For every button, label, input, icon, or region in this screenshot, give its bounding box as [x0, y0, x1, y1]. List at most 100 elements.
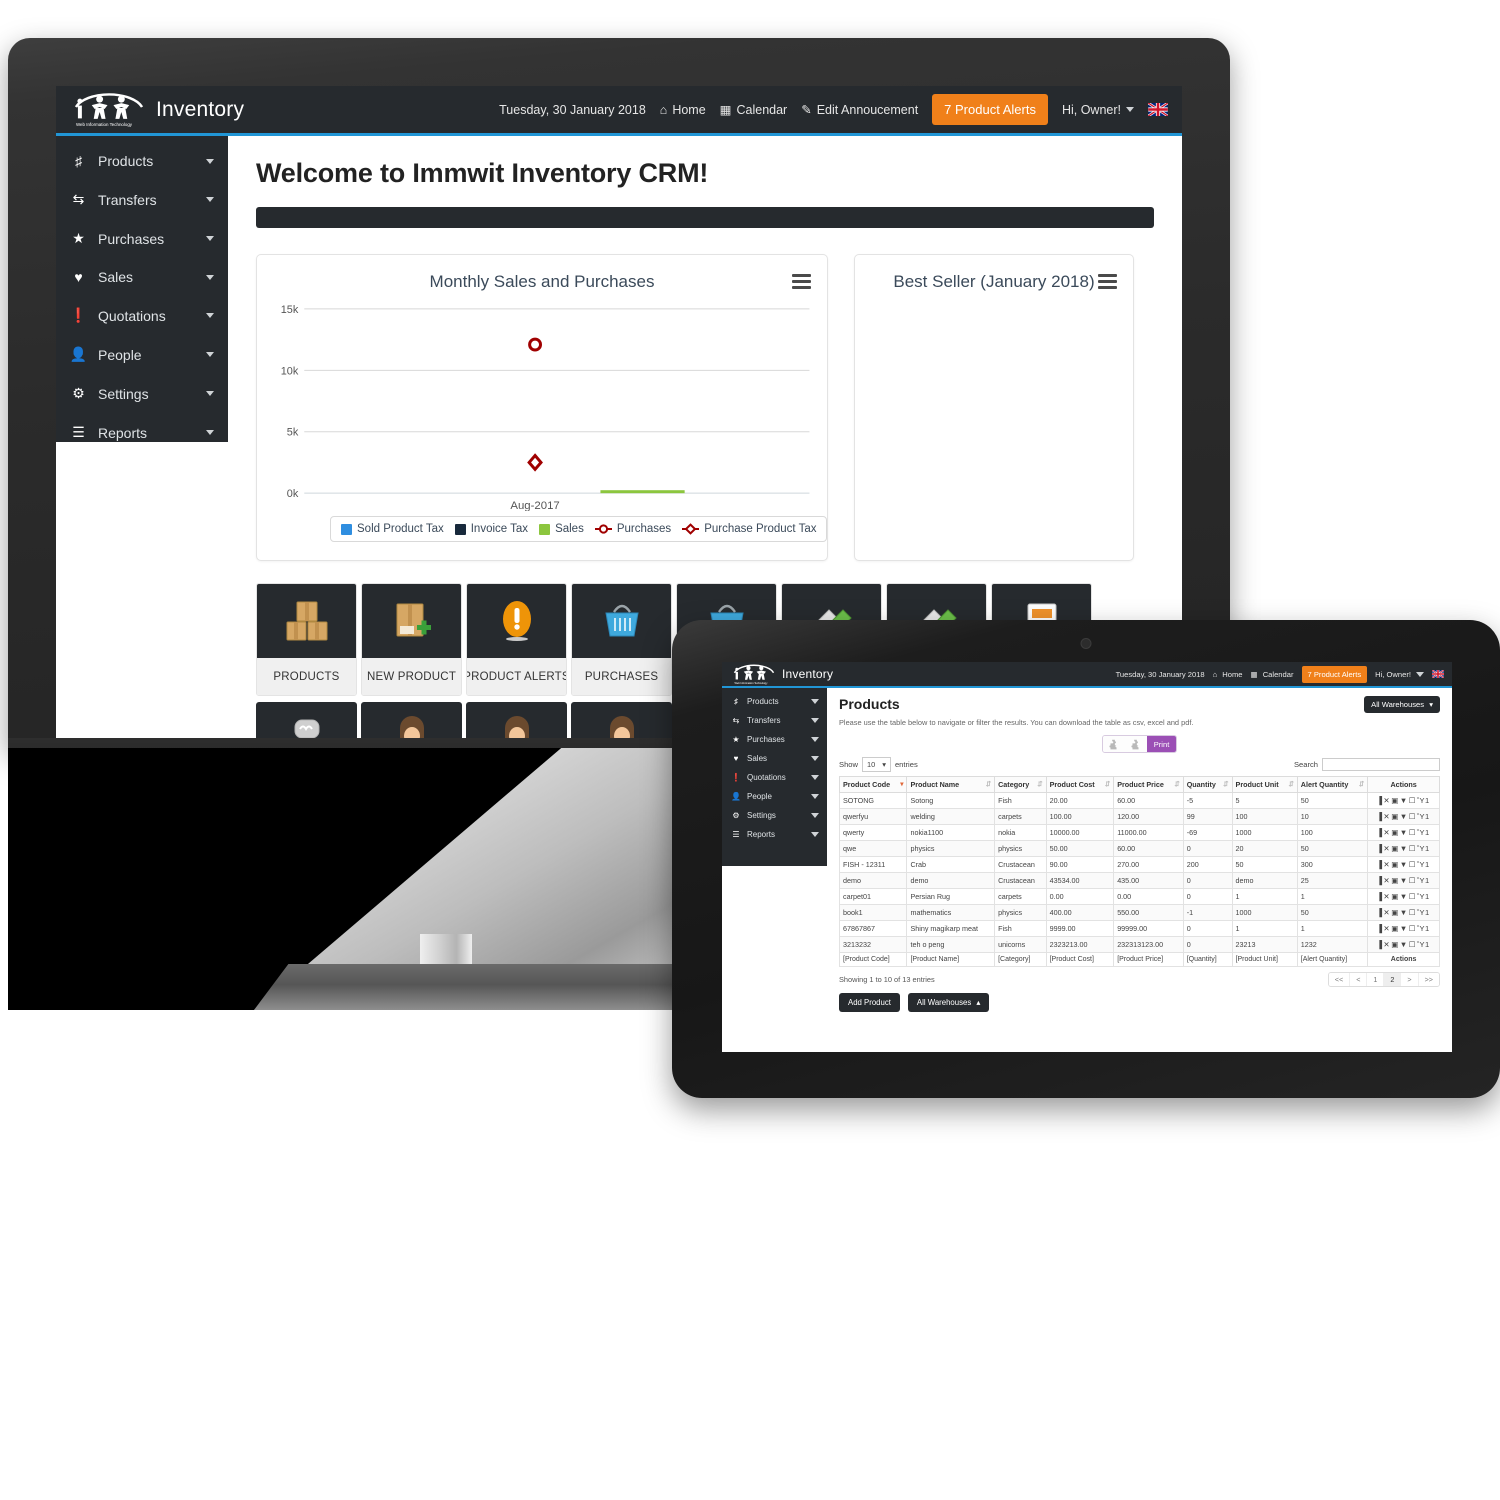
close-icon[interactable]: ✕ — [1383, 940, 1390, 949]
edit-icon[interactable]: ☐ — [1409, 876, 1416, 885]
pagination-2[interactable]: 2 — [1384, 973, 1402, 986]
trash-icon[interactable]: Ὕ1 — [1417, 796, 1430, 805]
brand-logo[interactable]: Web Information Technology Inventory — [722, 664, 838, 685]
product-alerts-badge[interactable]: 7 Product Alerts — [1301, 665, 1368, 683]
bars-icon[interactable]: ▐ — [1377, 924, 1383, 933]
bars-icon[interactable]: ▐ — [1377, 908, 1383, 917]
column-header-category[interactable]: Category ⇵ — [994, 776, 1047, 793]
sidebar-item-sales[interactable]: ♥ Sales — [56, 258, 228, 296]
bars-icon[interactable]: ▐ — [1377, 860, 1383, 869]
sidebar-item-products[interactable]: ♯ Products — [722, 692, 827, 711]
tile-row2-item[interactable] — [256, 702, 357, 741]
edit-icon[interactable]: ☐ — [1409, 828, 1416, 837]
warehouse-selector-top[interactable]: All Warehouses ▾ — [1364, 696, 1440, 713]
filter-alert-quantity[interactable]: [Alert Quantity] — [1296, 952, 1369, 967]
edit-icon[interactable]: ☐ — [1409, 796, 1416, 805]
column-header-product-cost[interactable]: Product Cost ⇵ — [1045, 776, 1115, 793]
add-product-button[interactable]: Add Product — [839, 993, 900, 1012]
image-icon[interactable]: ▣ — [1391, 860, 1399, 869]
tile-row2-item[interactable] — [571, 702, 672, 741]
trash-icon[interactable]: Ὕ1 — [1417, 844, 1430, 853]
close-icon[interactable]: ✕ — [1383, 844, 1390, 853]
sidebar-item-reports[interactable]: ☰ Reports — [722, 825, 827, 844]
trash-icon[interactable]: Ὕ1 — [1417, 828, 1430, 837]
image-icon[interactable]: ▣ — [1391, 812, 1399, 821]
filter-product-cost[interactable]: [Product Cost] — [1045, 952, 1115, 967]
nav-edit-announcement[interactable]: ✎ Edit Annoucement — [801, 102, 918, 118]
print-button[interactable]: Print — [1146, 736, 1177, 752]
sidebar-item-settings[interactable]: ⚙ Settings — [722, 806, 827, 825]
edit-icon[interactable]: ☐ — [1409, 844, 1416, 853]
tile-new-product[interactable]: NEW PRODUCT — [361, 583, 462, 696]
filter-icon[interactable]: ▼ — [1400, 940, 1408, 949]
filter-quantity[interactable]: [Quantity] — [1182, 952, 1233, 967]
sidebar-item-reports[interactable]: ☰ Reports — [56, 413, 228, 452]
nav-calendar[interactable]: ▦ Calendar — [720, 102, 788, 118]
pagination-nextnext[interactable]: >> — [1418, 973, 1439, 986]
nav-calendar[interactable]: ▦ Calendar — [1251, 670, 1294, 679]
filter-icon[interactable]: ▼ — [1400, 812, 1408, 821]
filter-icon[interactable]: ▼ — [1400, 860, 1408, 869]
close-icon[interactable]: ✕ — [1383, 908, 1390, 917]
row-actions[interactable]: ▐✕▣▼☐Ὕ1 — [1367, 856, 1440, 873]
close-icon[interactable]: ✕ — [1383, 892, 1390, 901]
column-header-product-name[interactable]: Product Name ⇵ — [906, 776, 996, 793]
image-icon[interactable]: ▣ — [1391, 892, 1399, 901]
pagination-1[interactable]: 1 — [1367, 973, 1385, 986]
bars-icon[interactable]: ▐ — [1377, 844, 1383, 853]
warehouse-selector-bottom[interactable]: All Warehouses ▴ — [907, 993, 990, 1012]
filter-product-unit[interactable]: [Product Unit] — [1231, 952, 1298, 967]
trash-icon[interactable]: Ὕ1 — [1417, 876, 1430, 885]
filter-icon[interactable]: ▼ — [1400, 796, 1408, 805]
nav-home[interactable]: ⌂ Home — [1213, 670, 1243, 679]
sidebar-item-quotations[interactable]: ❗ Quotations — [56, 296, 228, 335]
image-icon[interactable]: ▣ — [1391, 924, 1399, 933]
sidebar-item-purchases[interactable]: ★ Purchases — [722, 730, 827, 749]
filter-icon[interactable]: ▼ — [1400, 924, 1408, 933]
filter-icon[interactable]: ▼ — [1400, 828, 1408, 837]
legend-item-sold-product-tax[interactable]: Sold Product Tax — [341, 523, 444, 535]
export-excel-button[interactable] — [1124, 736, 1147, 752]
sidebar-item-people[interactable]: 👤 People — [56, 335, 228, 374]
best-seller-menu-icon[interactable] — [1098, 274, 1117, 292]
row-actions[interactable]: ▐✕▣▼☐Ὕ1 — [1367, 792, 1440, 809]
close-icon[interactable]: ✕ — [1383, 828, 1390, 837]
legend-item-sales[interactable]: Sales — [539, 523, 584, 535]
close-icon[interactable]: ✕ — [1383, 796, 1390, 805]
product-alerts-badge[interactable]: 7 Product Alerts — [932, 94, 1048, 125]
row-actions[interactable]: ▐✕▣▼☐Ὕ1 — [1367, 936, 1440, 953]
bars-icon[interactable]: ▐ — [1377, 812, 1383, 821]
filter-icon[interactable]: ▼ — [1400, 876, 1408, 885]
column-header-product-unit[interactable]: Product Unit ⇵ — [1231, 776, 1298, 793]
edit-icon[interactable]: ☐ — [1409, 892, 1416, 901]
pagination-prevprev[interactable]: << — [1328, 973, 1351, 986]
brand-logo[interactable]: Web Information Technology Inventory — [56, 92, 256, 128]
image-icon[interactable]: ▣ — [1391, 796, 1399, 805]
legend-item-purchase-product-tax[interactable]: Purchase Product Tax — [682, 523, 816, 535]
image-icon[interactable]: ▣ — [1391, 908, 1399, 917]
edit-icon[interactable]: ☐ — [1409, 812, 1416, 821]
row-actions[interactable]: ▐✕▣▼☐Ὕ1 — [1367, 888, 1440, 905]
trash-icon[interactable]: Ὕ1 — [1417, 924, 1430, 933]
image-icon[interactable]: ▣ — [1391, 876, 1399, 885]
filter-icon[interactable]: ▼ — [1400, 908, 1408, 917]
column-header-product-price[interactable]: Product Price ⇵ — [1113, 776, 1184, 793]
tile-product-alerts[interactable]: PRODUCT ALERTS — [466, 583, 567, 696]
search-input[interactable] — [1322, 758, 1440, 771]
entries-select[interactable]: 10 ▾ — [862, 757, 891, 772]
legend-item-purchases[interactable]: Purchases — [594, 523, 671, 535]
sidebar-item-quotations[interactable]: ❗ Quotations — [722, 768, 827, 787]
export-csv-button[interactable] — [1102, 736, 1125, 752]
filter-icon[interactable]: ▼ — [1400, 844, 1408, 853]
row-actions[interactable]: ▐✕▣▼☐Ὕ1 — [1367, 920, 1440, 937]
sidebar-item-settings[interactable]: ⚙ Settings — [56, 374, 228, 413]
filter-product-price[interactable]: [Product Price] — [1113, 952, 1184, 967]
uk-flag-icon[interactable] — [1432, 670, 1444, 678]
tile-row2-item[interactable] — [361, 702, 462, 741]
row-actions[interactable]: ▐✕▣▼☐Ὕ1 — [1367, 840, 1440, 857]
close-icon[interactable]: ✕ — [1383, 924, 1390, 933]
sidebar-item-sales[interactable]: ♥ Sales — [722, 749, 827, 768]
uk-flag-icon[interactable] — [1148, 103, 1168, 116]
trash-icon[interactable]: Ὕ1 — [1417, 940, 1430, 949]
bars-icon[interactable]: ▐ — [1377, 892, 1383, 901]
